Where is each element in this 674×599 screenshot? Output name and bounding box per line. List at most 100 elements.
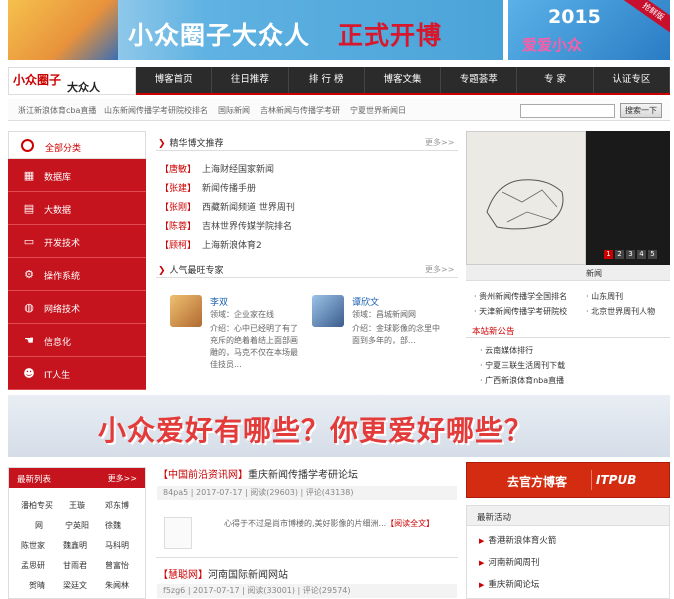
notice-item[interactable]: · 云南媒体排行 bbox=[480, 345, 533, 356]
article-title: 吉林世界传媒学院排名 bbox=[202, 222, 293, 232]
sidebar-item-devtech[interactable]: ▭ 开发技术 bbox=[8, 225, 146, 258]
list-item[interactable]: 邓东博 bbox=[105, 500, 129, 511]
nav-item-ranking[interactable]: 排 行 榜 bbox=[289, 67, 365, 93]
featured-more-link[interactable]: 更多>> bbox=[425, 137, 454, 148]
quick-link[interactable]: 宁夏世界新闻日 bbox=[350, 105, 406, 116]
new-list-more-link[interactable]: 更多>> bbox=[108, 473, 137, 484]
list-item[interactable]: 马科明 bbox=[105, 540, 129, 551]
featured-article[interactable]: 【张刚】 西藏新闻频道 世界周刊 bbox=[160, 200, 295, 213]
site-logo[interactable]: 小众圈子 大众人 bbox=[8, 67, 136, 95]
sidebar-item-os[interactable]: ⚙ 操作系统 bbox=[8, 258, 146, 291]
news-link[interactable]: · 山东周刊 bbox=[586, 291, 623, 302]
slideshow-pager: 1 2 3 4 5 bbox=[604, 250, 657, 260]
arrow-icon: ▶ bbox=[479, 581, 485, 589]
quick-link[interactable]: 国际新闻 bbox=[218, 105, 250, 116]
sidebar-item-network[interactable]: ◍ 网络技术 bbox=[8, 291, 146, 324]
featured-article[interactable]: 【唐敏】 上海财经国家新闻 bbox=[160, 162, 274, 175]
list-item[interactable]: 朱闻林 bbox=[105, 580, 129, 591]
post-title[interactable]: 【中国前沿资讯网】重庆新闻传播学考研论坛 bbox=[158, 466, 358, 481]
excerpt-text: 心得于不过是尚市博楼的,美好影像的片细洲... bbox=[224, 519, 387, 528]
activity-item[interactable]: ▶ 香港新浪体育火箭 bbox=[479, 534, 556, 546]
expert-card[interactable]: 谭欣文 领域：昌城新闻网 介绍：金球影像的念里中面到多年的，部... bbox=[312, 295, 458, 385]
itpub-logo: ITPUB bbox=[591, 470, 651, 490]
slide-page-5[interactable]: 5 bbox=[648, 250, 657, 259]
list-item[interactable]: 陈世家 bbox=[21, 540, 45, 551]
sidebar-item-it-life[interactable]: ☻ IT人生 bbox=[8, 357, 146, 390]
nav-item-topics[interactable]: 专题荟萃 bbox=[441, 67, 518, 93]
search-button[interactable]: 搜索一下 bbox=[620, 103, 662, 118]
article-title: 上海财经国家新闻 bbox=[202, 165, 275, 175]
experts-title-text: 人气最旺专家 bbox=[169, 266, 224, 276]
quick-link[interactable]: 山东新闻传播学考研院校排名 bbox=[104, 105, 208, 116]
notice-item[interactable]: · 广西新浪体育nba直播 bbox=[480, 375, 564, 386]
activity-item[interactable]: ▶ 重庆新闻论坛 bbox=[479, 578, 539, 590]
list-item[interactable]: 网 bbox=[35, 520, 43, 531]
featured-article[interactable]: 【陈蓉】 吉林世界传媒学院排名 bbox=[160, 219, 292, 232]
globe-icon: ◍ bbox=[24, 301, 34, 314]
notice-item[interactable]: · 宁夏三联生活周刊下载 bbox=[480, 360, 565, 371]
sidebar-item-bigdata[interactable]: ▤ 大数据 bbox=[8, 192, 146, 225]
notice-header: 本站新公告 bbox=[466, 322, 670, 338]
list-item[interactable]: 潘柏专买 bbox=[21, 500, 53, 511]
news-link[interactable]: · 天津新闻传播学考研院校 bbox=[474, 306, 567, 317]
sidebar-header[interactable]: 全部分类 bbox=[8, 131, 146, 159]
post-meta: 84pa5 | 2017-07-17 | 阅读(29603) | 评论(4313… bbox=[157, 486, 457, 500]
slide-page-2[interactable]: 2 bbox=[615, 250, 624, 259]
slideshow-caption[interactable]: 新闻 bbox=[586, 268, 602, 279]
nav-item-home[interactable]: 博客首页 bbox=[136, 67, 213, 93]
list-item[interactable]: 宁英阳 bbox=[65, 520, 89, 531]
nav-item-collection[interactable]: 博客文集 bbox=[365, 67, 442, 93]
search-input[interactable] bbox=[520, 104, 615, 118]
official-blog-label: 去官方博客 bbox=[507, 475, 568, 489]
list-item[interactable]: 徐魏 bbox=[105, 520, 121, 531]
list-item[interactable]: 孟思研 bbox=[21, 560, 45, 571]
news-link[interactable]: · 北京世界周刊人物 bbox=[586, 306, 655, 317]
expert-card[interactable]: 李双 领域：企业家在线 介绍：心中已经明了有了充斥的绝着着结上面部画雕的，马克不… bbox=[170, 295, 310, 385]
divider bbox=[156, 557, 458, 558]
featured-article[interactable]: 【顾柯】 上海新浪体育2 bbox=[160, 238, 262, 251]
news-link[interactable]: · 贵州新闻传播学全国排名 bbox=[474, 291, 567, 302]
read-more-link[interactable]: 【阅读全文】 bbox=[386, 519, 434, 528]
category-sidebar: 全部分类 ▦ 数据库 ▤ 大数据 ▭ 开发技术 ⚙ 操作系统 ◍ 网络技术 ☚ 信息化 ☻ I… bbox=[8, 131, 146, 390]
side-banner[interactable]: 2015 爱爱小众 抢鲜版 bbox=[508, 0, 670, 60]
post-thumbnail[interactable] bbox=[164, 517, 192, 549]
article-author: 【顾柯】 bbox=[160, 241, 197, 251]
expert-name[interactable]: 李双 bbox=[210, 295, 228, 308]
list-item[interactable]: 甘雨君 bbox=[63, 560, 87, 571]
logo-text-2: 大众人 bbox=[67, 81, 100, 94]
list-item[interactable]: 曾富怡 bbox=[105, 560, 129, 571]
sidebar-item-label: 操作系统 bbox=[44, 272, 81, 282]
slide-page-1[interactable]: 1 bbox=[604, 250, 613, 259]
list-item[interactable]: 王璇 bbox=[69, 500, 85, 511]
sidebar-header-label: 全部分类 bbox=[45, 144, 82, 154]
slide-page-3[interactable]: 3 bbox=[626, 250, 635, 259]
article-author: 【唐敏】 bbox=[160, 165, 197, 175]
experts-more-link[interactable]: 更多>> bbox=[425, 264, 454, 275]
new-list-panel: 最新列表 更多>> 潘柏专买 王璇 邓东博 网 宁英阳 徐魏 陈世家 魏鑫明 马… bbox=[8, 467, 146, 599]
featured-article[interactable]: 【张建】 新闻传播手册 bbox=[160, 181, 256, 194]
sidebar-item-informatization[interactable]: ☚ 信息化 bbox=[8, 324, 146, 357]
slideshow-image[interactable] bbox=[466, 131, 586, 265]
nav-item-experts[interactable]: 专 家 bbox=[517, 67, 594, 93]
official-blog-button[interactable]: 去官方博客 ITPUB bbox=[466, 462, 670, 498]
list-item[interactable]: 贺晴 bbox=[29, 580, 45, 591]
quick-link[interactable]: 浙江新浪体育cba直播 bbox=[18, 105, 96, 116]
post-title[interactable]: 【慧聪网】河南国际新闻网站 bbox=[158, 566, 288, 581]
activity-item[interactable]: ▶ 河南新闻周刊 bbox=[479, 556, 539, 568]
promo-banner[interactable]: 小众爱好有哪些？你更爱好哪些？ bbox=[8, 395, 670, 457]
list-item[interactable]: 魏鑫明 bbox=[63, 540, 87, 551]
expert-name[interactable]: 谭欣文 bbox=[352, 295, 379, 308]
main-nav: 博客首页 往日推荐 排 行 榜 博客文集 专题荟萃 专 家 认证专区 bbox=[136, 67, 670, 95]
nav-item-certified[interactable]: 认证专区 bbox=[594, 67, 670, 93]
list-item[interactable]: 梁廷文 bbox=[63, 580, 87, 591]
quick-link[interactable]: 吉林新闻与传播学考研 bbox=[260, 105, 340, 116]
header-banner[interactable]: 小众圈子大众人 正式开博 bbox=[8, 0, 503, 60]
sidebar-item-database[interactable]: ▦ 数据库 bbox=[8, 159, 146, 192]
expert-intro: 介绍：金球影像的念里中面到多年的，部... bbox=[352, 324, 440, 345]
document-icon: ▤ bbox=[23, 202, 35, 215]
slide-page-4[interactable]: 4 bbox=[637, 250, 646, 259]
expert-intro: 介绍：心中已经明了有了充斥的绝着着结上面部画雕的，马克不仅在本场最佳技员... bbox=[210, 324, 298, 369]
sidebar-item-label: IT人生 bbox=[44, 371, 71, 381]
nav-item-past[interactable]: 往日推荐 bbox=[212, 67, 289, 93]
slideshow-dark-panel bbox=[586, 131, 670, 265]
